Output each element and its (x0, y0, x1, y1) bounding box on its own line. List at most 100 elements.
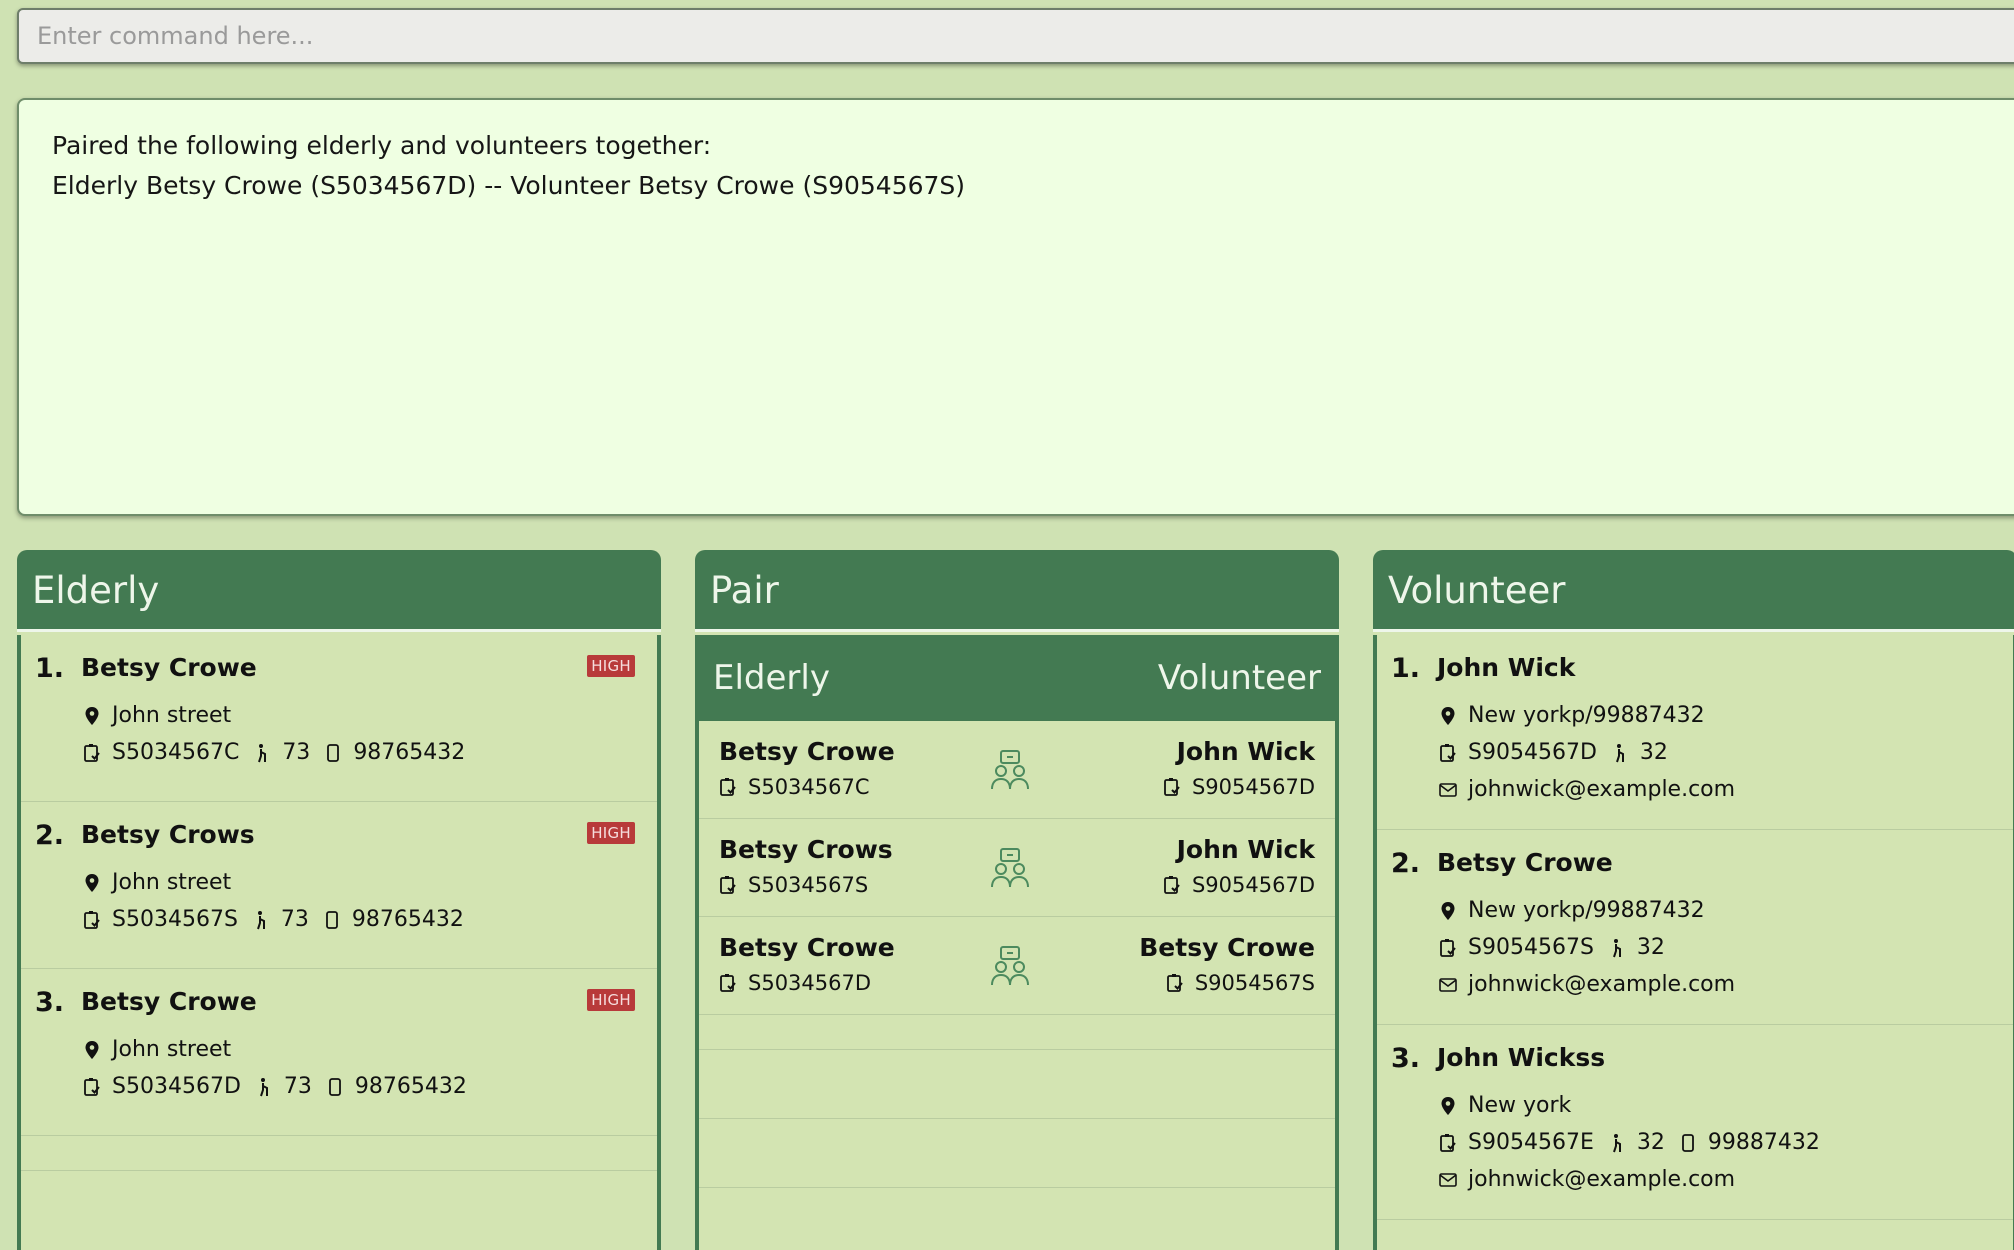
address-row: New york (1439, 1093, 1571, 1118)
volunteer-card[interactable]: 3. John Wickss New york S9054567E 32 998… (1377, 1025, 2013, 1220)
elderly-address: John street (112, 870, 232, 895)
pair-elderly-name: Betsy Crows (719, 835, 893, 864)
risk-badge: HIGH (587, 655, 635, 677)
email-row: johnwick@example.com (1439, 1167, 1735, 1192)
volunteer-nric: S9054567E (1468, 1130, 1594, 1155)
volunteer-index: 2. (1391, 848, 1421, 879)
cane-person-icon (252, 910, 270, 930)
location-pin-icon (1439, 1096, 1457, 1116)
volunteer-phone: 99887432 (1707, 1130, 1820, 1155)
elderly-name: Betsy Crowe (81, 987, 257, 1016)
details-row: S9054567E 32 99887432 (1439, 1130, 1820, 1155)
elderly-phone: 98765432 (354, 1074, 467, 1099)
location-pin-icon (83, 706, 101, 726)
volunteer-panel: Volunteer 1. John Wick New yorkp/9988743… (1373, 550, 2014, 1250)
elderly-address: John street (112, 703, 232, 728)
empty-row (699, 1119, 1335, 1188)
volunteer-address: New yorkp/99887432 (1468, 898, 1705, 923)
result-line-1: Paired the following elderly and volunte… (52, 131, 712, 160)
phone-icon (1679, 1133, 1697, 1153)
volunteer-age: 32 (1636, 935, 1665, 960)
location-pin-icon (1439, 706, 1457, 726)
pair-volunteer-nric: S9054567D (1191, 873, 1315, 897)
location-pin-icon (83, 873, 101, 893)
email-icon (1439, 975, 1457, 995)
result-display: Paired the following elderly and volunte… (17, 98, 2014, 516)
pair-col-elderly: Elderly (713, 658, 830, 698)
volunteer-name: John Wickss (1437, 1043, 1606, 1072)
details-row: S9054567D 32 (1439, 740, 1668, 765)
elderly-age: 73 (280, 907, 309, 932)
elderly-age: 73 (282, 740, 311, 765)
pair-row[interactable]: Betsy Crows S5034567S John Wick S9054567… (699, 819, 1335, 917)
pair-elderly-nric: S5034567C (748, 775, 870, 799)
email-icon (1439, 1170, 1457, 1190)
id-card-icon (1439, 1133, 1457, 1153)
command-input[interactable] (19, 10, 2014, 62)
pair-elderly-nric: S5034567S (748, 873, 869, 897)
pair-people-icon (989, 749, 1031, 791)
address-row: New yorkp/99887432 (1439, 898, 1705, 923)
cane-person-icon (253, 743, 271, 763)
address-row: John street (83, 1037, 231, 1062)
volunteer-index: 1. (1391, 653, 1421, 684)
elderly-phone: 98765432 (351, 907, 464, 932)
details-row: S5034567S 73 98765432 (83, 907, 464, 932)
id-card-icon (1439, 938, 1457, 958)
id-card-icon (83, 1077, 101, 1097)
elderly-index: 1. (35, 653, 65, 684)
pair-list[interactable]: Elderly Volunteer Betsy Crowe S5034567C … (695, 635, 1339, 1250)
elderly-name: Betsy Crows (81, 820, 255, 849)
phone-icon (323, 910, 341, 930)
volunteer-email: johnwick@example.com (1468, 777, 1736, 802)
details-row: S5034567D 73 98765432 (83, 1074, 467, 1099)
elderly-index: 3. (35, 987, 65, 1018)
volunteer-age: 32 (1636, 1130, 1665, 1155)
elderly-nric: S5034567D (112, 1074, 241, 1099)
phone-icon (324, 743, 342, 763)
pair-col-volunteer: Volunteer (1157, 658, 1321, 698)
pair-elderly-id: S5034567C (719, 775, 870, 799)
volunteer-email: johnwick@example.com (1468, 972, 1736, 997)
address-row: John street (83, 703, 231, 728)
volunteer-age: 32 (1639, 740, 1668, 765)
details-row: S5034567C 73 98765432 (83, 740, 465, 765)
pair-volunteer-nric: S9054567S (1194, 971, 1315, 995)
elderly-name: Betsy Crowe (81, 653, 257, 682)
elderly-card[interactable]: 3. Betsy Crowe HIGH John street S5034567… (21, 969, 657, 1136)
pair-elderly-id: S5034567S (719, 873, 868, 897)
id-card-icon (1163, 777, 1181, 797)
volunteer-address: New yorkp/99887432 (1468, 703, 1705, 728)
pair-volunteer-name: Betsy Crowe (1139, 933, 1315, 962)
elderly-age: 73 (283, 1074, 312, 1099)
elderly-card[interactable]: 1. Betsy Crowe HIGH John street S5034567… (21, 635, 657, 802)
pair-row[interactable]: Betsy Crowe S5034567C John Wick S9054567… (699, 721, 1335, 819)
cane-person-icon (1608, 1133, 1626, 1153)
address-row: New yorkp/99887432 (1439, 703, 1705, 728)
volunteer-name: Betsy Crowe (1437, 848, 1613, 877)
volunteer-card[interactable]: 1. John Wick New yorkp/99887432 S9054567… (1377, 635, 2013, 830)
elderly-panel: Elderly 1. Betsy Crowe HIGH John street … (17, 550, 661, 1250)
id-card-icon (719, 777, 737, 797)
volunteer-nric: S9054567D (1468, 740, 1597, 765)
id-card-icon (1439, 743, 1457, 763)
email-row: johnwick@example.com (1439, 972, 1735, 997)
volunteer-card[interactable]: 2. Betsy Crowe New yorkp/99887432 S90545… (1377, 830, 2013, 1025)
pair-volunteer-name: John Wick (1176, 737, 1315, 766)
elderly-card[interactable]: 2. Betsy Crows HIGH John street S5034567… (21, 802, 657, 969)
empty-row (21, 1136, 657, 1171)
volunteer-index: 3. (1391, 1043, 1421, 1074)
pair-people-icon (989, 847, 1031, 889)
result-line-2: Elderly Betsy Crowe (S5034567D) -- Volun… (52, 171, 966, 200)
volunteer-list[interactable]: 1. John Wick New yorkp/99887432 S9054567… (1373, 635, 2014, 1250)
elderly-index: 2. (35, 820, 65, 851)
pair-volunteer-id: S9054567D (1163, 775, 1315, 799)
pair-row[interactable]: Betsy Crowe S5034567D Betsy Crowe S90545… (699, 917, 1335, 1015)
id-card-icon (83, 743, 101, 763)
command-box[interactable] (17, 8, 2014, 64)
cane-person-icon (1611, 743, 1629, 763)
elderly-list[interactable]: 1. Betsy Crowe HIGH John street S5034567… (17, 635, 661, 1250)
risk-badge: HIGH (587, 822, 635, 844)
elderly-phone: 98765432 (353, 740, 466, 765)
pair-volunteer-nric: S9054567D (1191, 775, 1315, 799)
